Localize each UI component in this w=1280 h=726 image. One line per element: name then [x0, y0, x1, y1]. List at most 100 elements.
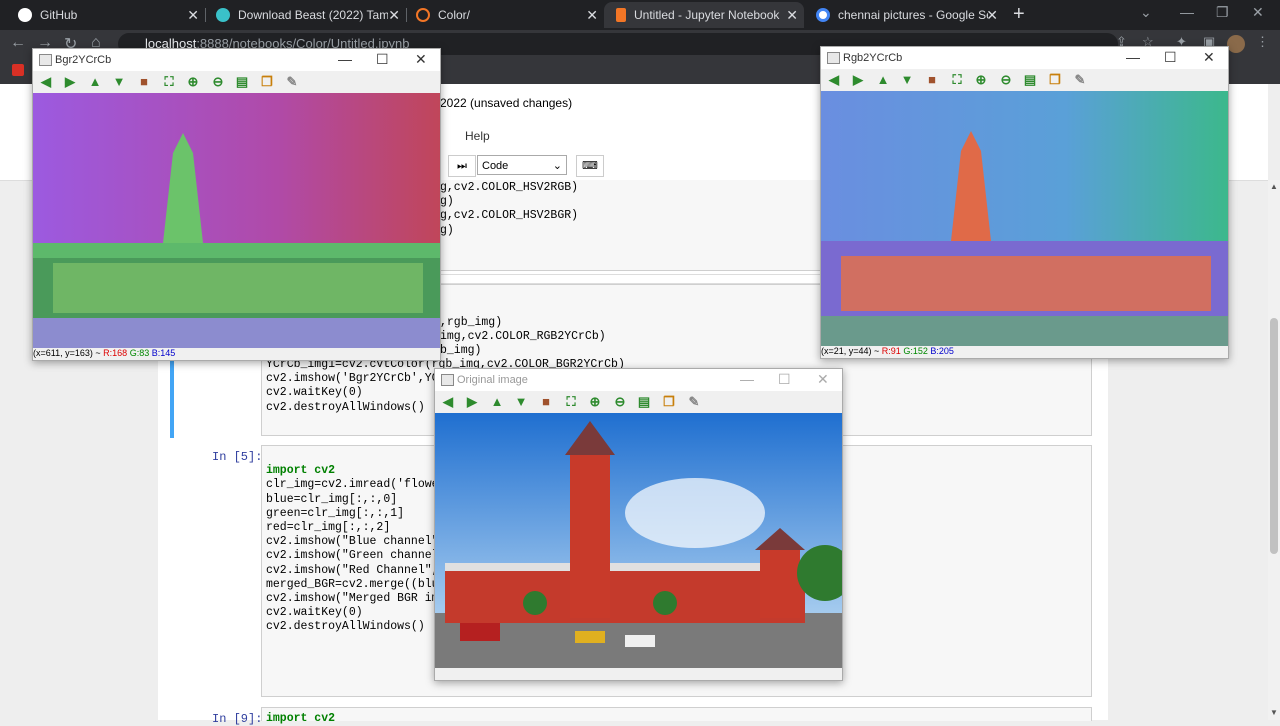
restore-icon[interactable]: ❐	[1216, 4, 1229, 21]
window-status-bar: (x=21, y=44) ~ R:91 G:152 B:205	[821, 346, 1228, 358]
zoom-in-icon[interactable]: ⊕	[973, 72, 989, 88]
window-title: Rgb2YCrCb	[843, 52, 903, 64]
pixel-coordinates: (x=611, y=163) ~	[33, 348, 104, 358]
maximize-icon[interactable]: ☐	[1164, 49, 1177, 66]
pixel-red: R:91	[881, 346, 901, 356]
window-title: Original image	[457, 374, 528, 386]
image-icon[interactable]: ■	[136, 74, 152, 90]
image-icon[interactable]: ■	[538, 394, 554, 410]
arrow-right-icon[interactable]: ▶	[62, 74, 78, 90]
github-icon	[18, 8, 32, 22]
window-bgr2ycrcb[interactable]: Bgr2YCrCb — ☐ ✕ ◀ ▶ ▲ ▼ ■ ⛶ ⊕ ⊖ ▤ ❐ ✎ (x…	[32, 48, 441, 361]
pixel-coordinates: (x=21, y=44) ~	[821, 346, 882, 356]
close-icon[interactable]: ✕	[817, 371, 829, 388]
fit-icon[interactable]: ⛶	[949, 72, 965, 88]
properties-icon[interactable]: ✎	[1072, 72, 1088, 88]
keyboard-button[interactable]: ⌨	[576, 155, 604, 177]
close-icon[interactable]: ✕	[986, 7, 998, 24]
copy-icon[interactable]: ❐	[259, 74, 275, 90]
window-toolbar: ◀ ▶ ▲ ▼ ■ ⛶ ⊕ ⊖ ▤ ❐ ✎	[33, 71, 440, 93]
maximize-icon[interactable]: ☐	[376, 51, 389, 68]
minimize-icon[interactable]: —	[1180, 4, 1194, 20]
pixel-green: G:83	[129, 348, 150, 358]
close-icon[interactable]: ✕	[388, 7, 400, 24]
tab-label: chennai pictures - Google Search	[838, 8, 988, 22]
avatar[interactable]	[1227, 35, 1245, 53]
close-icon[interactable]: ✕	[786, 7, 798, 24]
scrollbar-thumb[interactable]	[1270, 318, 1278, 554]
pixel-blue: B:205	[930, 346, 954, 356]
window-titlebar[interactable]: Rgb2YCrCb — ☐ ✕	[821, 47, 1228, 69]
zoom-in-icon[interactable]: ⊕	[587, 394, 603, 410]
zoom-out-icon[interactable]: ⊖	[612, 394, 628, 410]
minimize-icon[interactable]: —	[740, 371, 754, 387]
zoom-out-icon[interactable]: ⊖	[998, 72, 1014, 88]
copy-icon[interactable]: ❐	[661, 394, 677, 410]
minimize-icon[interactable]: —	[338, 51, 352, 67]
arrow-right-icon[interactable]: ▶	[464, 394, 480, 410]
arrow-up-icon[interactable]: ▲	[87, 74, 103, 90]
minimize-icon[interactable]: —	[1126, 49, 1140, 65]
window-titlebar[interactable]: Bgr2YCrCb — ☐ ✕	[33, 49, 440, 71]
new-tab-button[interactable]: +	[1013, 3, 1025, 26]
save-icon[interactable]: ▤	[234, 74, 250, 90]
fit-icon[interactable]: ⛶	[563, 394, 579, 410]
arrow-left-icon[interactable]: ◀	[440, 394, 456, 410]
cell-type-select[interactable]: Code ⌄	[477, 155, 567, 175]
close-icon[interactable]: ✕	[586, 7, 598, 24]
jupyter-icon	[416, 8, 430, 22]
save-icon[interactable]: ▤	[1022, 72, 1038, 88]
zoom-in-icon[interactable]: ⊕	[185, 74, 201, 90]
arrow-up-icon[interactable]: ▲	[489, 394, 505, 410]
pixel-blue: B:145	[151, 348, 176, 358]
close-icon[interactable]: ✕	[1203, 49, 1215, 66]
image-icon[interactable]: ■	[924, 72, 940, 88]
help-menu[interactable]: Help	[465, 129, 490, 143]
copy-icon[interactable]: ❐	[1047, 72, 1063, 88]
fit-icon[interactable]: ⛶	[161, 74, 177, 90]
code-line: g)	[440, 223, 454, 237]
tab-untitled-jupyter[interactable]: Untitled - Jupyter Notebook ✕	[604, 2, 804, 28]
properties-icon[interactable]: ✎	[686, 394, 702, 410]
back-icon[interactable]: ←	[10, 34, 26, 52]
window-status-bar: (x=611, y=163) ~ R:168 G:83 B:145	[33, 348, 440, 360]
close-window-icon[interactable]: ✕	[1252, 4, 1264, 21]
window-app-icon	[39, 54, 52, 66]
scroll-up-icon[interactable]: ▲	[1270, 182, 1278, 191]
tab-color[interactable]: Color/ ✕	[406, 2, 604, 28]
close-icon[interactable]: ✕	[415, 51, 427, 68]
tab-github[interactable]: GitHub ✕	[0, 2, 205, 28]
tab-download-beast[interactable]: Download Beast (2022) Tamil 108 ✕	[206, 2, 406, 28]
notebook-title[interactable]: 2022 (unsaved changes)	[440, 96, 572, 110]
code-cell[interactable]	[261, 707, 1092, 721]
code-line: import cv2	[266, 712, 336, 725]
code-cell-text: g,cv2.COLOR_HSV2RGB) g) g,cv2.COLOR_HSV2BG…	[440, 181, 578, 238]
arrow-up-icon[interactable]: ▲	[875, 72, 891, 88]
tab-google-search[interactable]: chennai pictures - Google Search ✕	[806, 2, 1004, 28]
code-line: g)	[440, 195, 454, 209]
arrow-left-icon[interactable]: ◀	[826, 72, 842, 88]
menu-icon[interactable]: ⋮	[1256, 34, 1269, 50]
scroll-down-icon[interactable]: ▼	[1270, 708, 1278, 717]
properties-icon[interactable]: ✎	[284, 74, 300, 90]
window-original-image[interactable]: Original image — ☐ ✕ ◀ ▶ ▲ ▼ ■ ⛶ ⊕ ⊖ ▤ ❐…	[434, 368, 843, 681]
window-toolbar: ◀ ▶ ▲ ▼ ■ ⛶ ⊕ ⊖ ▤ ❐ ✎	[821, 69, 1228, 91]
arrow-right-icon[interactable]: ▶	[850, 72, 866, 88]
tab-label: Download Beast (2022) Tamil 108	[238, 8, 388, 22]
close-icon[interactable]: ✕	[187, 7, 199, 24]
code-line: g,cv2.COLOR_HSV2BGR)	[440, 209, 579, 223]
arrow-down-icon[interactable]: ▼	[513, 394, 529, 410]
maximize-icon[interactable]: ☐	[778, 371, 791, 388]
tab-label: Untitled - Jupyter Notebook	[634, 8, 780, 22]
zoom-out-icon[interactable]: ⊖	[210, 74, 226, 90]
run-all-button[interactable]: ⏭	[448, 155, 476, 177]
arrow-left-icon[interactable]: ◀	[38, 74, 54, 90]
bookmark-icon[interactable]	[12, 64, 24, 76]
tab-search-icon[interactable]: ⌄	[1140, 4, 1152, 21]
arrow-down-icon[interactable]: ▼	[111, 74, 127, 90]
window-rgb2ycrcb[interactable]: Rgb2YCrCb — ☐ ✕ ◀ ▶ ▲ ▼ ■ ⛶ ⊕ ⊖ ▤ ❐ ✎ (x…	[820, 46, 1229, 359]
window-titlebar[interactable]: Original image — ☐ ✕	[435, 369, 842, 391]
arrow-down-icon[interactable]: ▼	[899, 72, 915, 88]
code-line: img,cv2.COLOR_RGB2YCrCb)	[440, 330, 606, 344]
save-icon[interactable]: ▤	[636, 394, 652, 410]
